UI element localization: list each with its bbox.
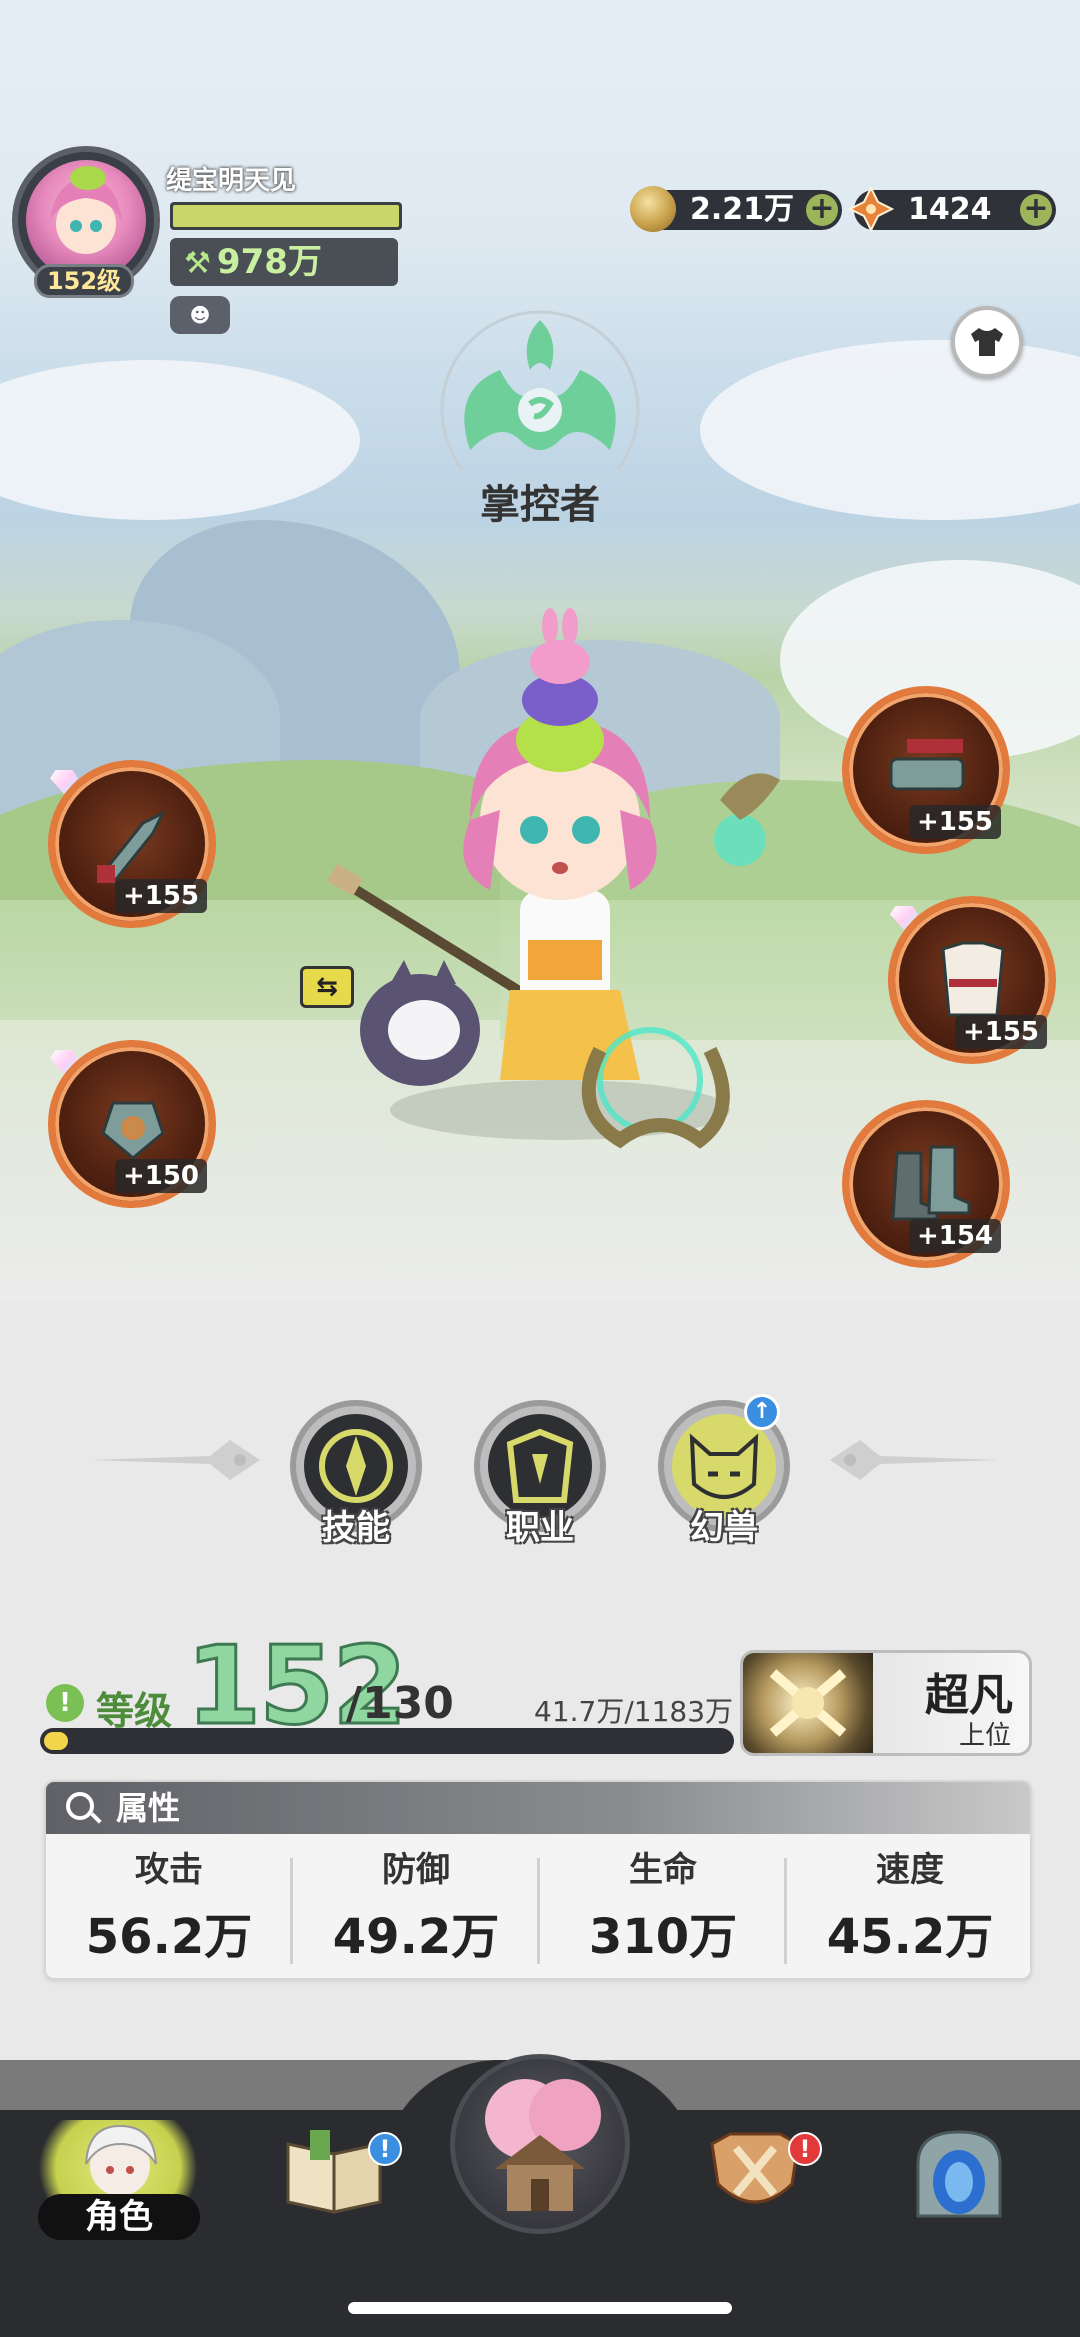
armor-level: +155 — [954, 1015, 1047, 1049]
weapon-level: +155 — [114, 879, 207, 913]
player-name: 缇宝明天见 — [166, 166, 297, 196]
pet-chip[interactable]: ☻ — [170, 296, 230, 334]
left-ornament-icon — [90, 1440, 260, 1480]
level-label: 等级 — [96, 1689, 173, 1733]
swap-icon: ⇆ — [316, 972, 338, 1002]
nav-role-button[interactable] — [64, 2116, 176, 2204]
gem-currency: 1424 + — [847, 185, 1056, 233]
right-ornament-icon — [830, 1440, 1000, 1480]
class-button[interactable]: 职业 — [474, 1400, 606, 1548]
class-name: 掌控者 — [480, 482, 600, 528]
boots-level: +154 — [908, 1219, 1001, 1253]
attributes-panel[interactable]: 属性 攻击 56.2万 防御 49.2万 生命 310万 速度 45.2万 — [44, 1780, 1032, 1980]
attr-hp: 生命 310万 — [540, 1842, 786, 1967]
attr-attack: 攻击 56.2万 — [46, 1842, 292, 1967]
player-level-badge: 152级 — [34, 264, 134, 298]
gem-amount: 1424 — [908, 192, 992, 227]
equip-slot-boots[interactable]: +154 — [842, 1100, 1010, 1268]
rank-card[interactable]: 超凡 上位 — [740, 1650, 1032, 1756]
add-gold-button[interactable]: + — [806, 194, 838, 226]
class-label: 职业 — [506, 1508, 574, 1548]
equip-slot-offhand[interactable]: +150 — [48, 1040, 216, 1208]
gold-amount: 2.21万 — [690, 192, 795, 227]
portal-gate-icon — [916, 2130, 1002, 2218]
equip-slot-weapon[interactable]: +155 — [48, 760, 216, 928]
equip-slot-armor[interactable]: +155 — [888, 896, 1056, 1064]
weapon-gear-icon — [97, 809, 167, 886]
nav-home-button[interactable] — [450, 2054, 630, 2234]
level-info-icon[interactable]: ! — [46, 1684, 84, 1722]
attr-hp-label: 生命 — [629, 1850, 697, 1890]
attr-speed-value: 45.2万 — [826, 1909, 994, 1965]
upgrade-arrow-icon: ↑ — [744, 1394, 780, 1430]
home-house-icon — [485, 2079, 601, 2211]
rank-emblem-icon — [743, 1653, 873, 1753]
skills-label: 技能 — [322, 1508, 390, 1548]
orange-gem-icon — [847, 185, 895, 233]
player-character[interactable] — [320, 590, 800, 1170]
attr-speed: 速度 45.2万 — [787, 1842, 1030, 1967]
swap-pet-button[interactable]: ⇆ — [300, 966, 354, 1008]
rank-title: 超凡 — [925, 1670, 1013, 1721]
beast-label: 幻兽 — [690, 1508, 758, 1548]
attr-attack-label: 攻击 — [135, 1850, 203, 1890]
combat-power: ⚒ 978万 — [170, 238, 398, 286]
armor-gear-icon — [941, 941, 1005, 1017]
gold-coin-icon — [630, 186, 676, 232]
combat-power-value: 978万 — [216, 242, 322, 282]
level-cap: /130 — [346, 1678, 454, 1729]
level-exp-bar — [40, 1728, 734, 1754]
add-gem-button[interactable]: + — [1020, 194, 1052, 226]
nav-role-label[interactable]: 角色 — [38, 2194, 200, 2240]
skills-button[interactable]: 技能 — [290, 1400, 422, 1548]
attr-attack-value: 56.2万 — [85, 1909, 253, 1965]
outfit-button[interactable] — [951, 306, 1023, 378]
equip-slot-belt[interactable]: +155 — [842, 686, 1010, 854]
shirt-icon — [971, 328, 1003, 356]
power-icon: ⚒ — [184, 246, 211, 281]
attr-hp-value: 310万 — [588, 1909, 738, 1965]
quest-alert-badge: ! — [368, 2132, 402, 2166]
attr-defense-value: 49.2万 — [332, 1909, 500, 1965]
attr-speed-label: 速度 — [876, 1850, 944, 1890]
player-xp-bar — [170, 202, 402, 230]
attributes-header[interactable]: 属性 — [46, 1782, 1030, 1834]
rank-subtitle: 上位 — [958, 1721, 1011, 1751]
attr-defense-label: 防御 — [382, 1850, 450, 1890]
pet-icon: ☻ — [189, 303, 211, 327]
guild-alert-badge: ! — [788, 2132, 822, 2166]
boots-gear-icon — [891, 1145, 971, 1221]
level-exp: 41.7万/1183万 — [534, 1695, 734, 1728]
attributes-title: 属性 — [116, 1789, 181, 1827]
offhand-gear-icon — [101, 1101, 165, 1160]
offhand-level: +150 — [114, 1159, 207, 1193]
belt-level: +155 — [908, 805, 1001, 839]
nav-portal-button[interactable] — [904, 2124, 1024, 2224]
home-indicator — [348, 2302, 732, 2314]
search-icon — [66, 1792, 94, 1820]
class-emblem-icon — [440, 310, 640, 470]
gold-currency: 2.21万 + — [630, 186, 842, 232]
belt-gear-icon — [889, 739, 965, 791]
attr-defense: 防御 49.2万 — [293, 1842, 539, 1967]
